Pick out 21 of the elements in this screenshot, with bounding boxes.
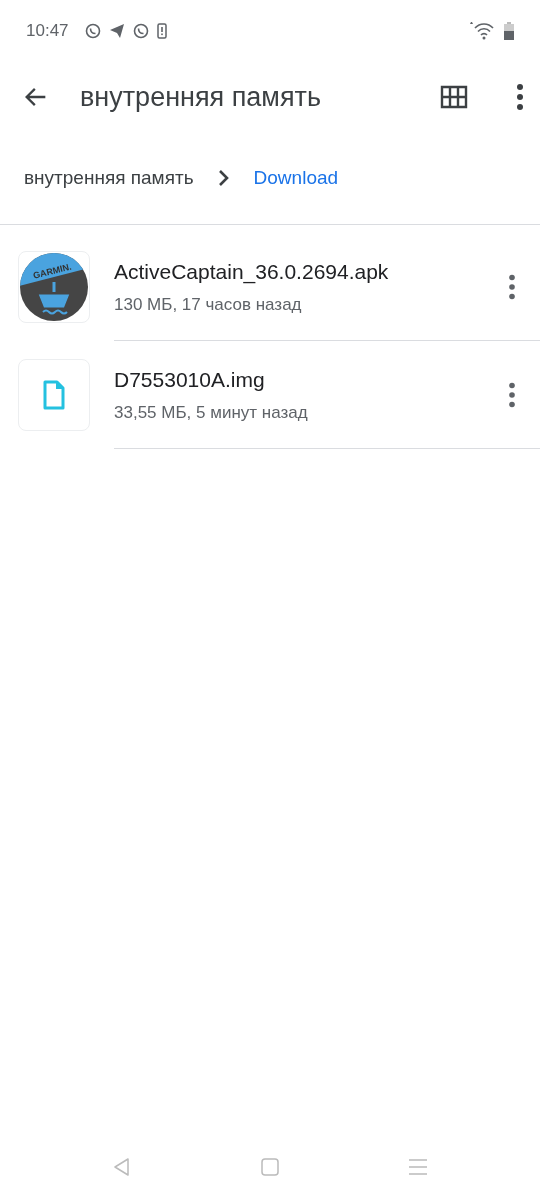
status-time: 10:47 — [26, 20, 69, 43]
battery-icon — [504, 22, 514, 40]
phone-alert-icon — [156, 23, 167, 39]
file-name: D7553010A.img — [114, 367, 266, 393]
chevron-icon — [217, 169, 230, 187]
paper-plane-icon — [108, 23, 125, 39]
breadcrumb-link[interactable]: внутренняя память — [24, 163, 194, 193]
chat-icon — [84, 23, 101, 39]
file-details: 130 МБ, 17 часов назад — [114, 293, 303, 316]
toolbar-title: внутренняя память — [80, 80, 321, 114]
app-logo-icon: GARMIN. — [19, 252, 89, 322]
file-name: ActiveCaptain_36.0.2694.apk — [114, 259, 390, 286]
more-options-button[interactable] — [508, 381, 516, 408]
document-icon — [42, 380, 66, 410]
wifi-icon — [468, 22, 496, 40]
grid-view-button[interactable] — [440, 85, 468, 109]
chat-icon — [132, 23, 149, 39]
breadcrumb-link[interactable]: Download — [253, 163, 339, 193]
more-options-button[interactable] — [508, 273, 516, 300]
file-details: 33,55 МБ, 5 минут назад — [114, 401, 309, 424]
more-options-button[interactable] — [516, 83, 524, 111]
